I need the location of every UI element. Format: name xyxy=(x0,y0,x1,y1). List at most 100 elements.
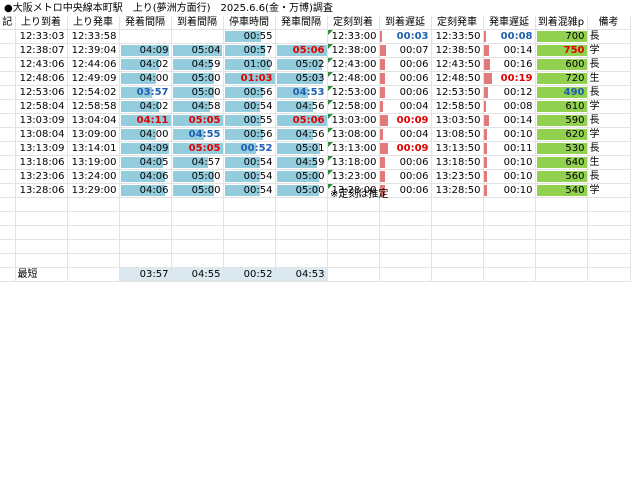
arrival-time-cell[interactable]: 12:38:07 xyxy=(15,43,68,58)
departure-interval-cell[interactable]: 05:00 xyxy=(275,183,328,198)
departure-delay-cell[interactable]: 00:16 xyxy=(483,57,536,72)
empty-cell[interactable] xyxy=(379,239,432,254)
departure-interval-cell[interactable]: 04:56 xyxy=(275,99,328,114)
row-index-cell[interactable] xyxy=(0,155,16,170)
header-cell[interactable]: 定刻到着 xyxy=(327,16,380,30)
empty-cell[interactable] xyxy=(223,211,276,226)
empty-cell[interactable] xyxy=(431,197,484,212)
arrival-interval-cell[interactable]: 05:00 xyxy=(171,71,224,86)
departure-interval-cell[interactable]: 05:06 xyxy=(275,113,328,128)
empty-cell[interactable] xyxy=(483,267,536,282)
arrival-delay-cell[interactable]: 00:09 xyxy=(379,113,432,128)
empty-cell[interactable] xyxy=(327,253,380,268)
arrival-interval-cell[interactable]: 05:00 xyxy=(171,169,224,184)
departure-interval-cell[interactable]: 05:06 xyxy=(275,43,328,58)
dwell-time-cell[interactable]: 00:54 xyxy=(223,155,276,170)
empty-cell[interactable] xyxy=(379,211,432,226)
departure-delay-cell[interactable]: 00:14 xyxy=(483,43,536,58)
scheduled-arrival-cell[interactable]: 12:33:00 xyxy=(327,29,380,44)
empty-cell[interactable] xyxy=(587,211,631,226)
arrival-delay-cell[interactable]: 00:06 xyxy=(379,155,432,170)
empty-cell[interactable] xyxy=(587,267,631,282)
arrival-crowding-cell[interactable]: 490 xyxy=(535,85,588,100)
header-cell[interactable]: 上り到着 xyxy=(15,16,68,30)
dep-arr-interval-cell[interactable]: 04:00 xyxy=(119,71,172,86)
empty-cell[interactable] xyxy=(587,239,631,254)
arrival-crowding-cell[interactable]: 750 xyxy=(535,43,588,58)
departure-delay-cell[interactable]: 00:12 xyxy=(483,85,536,100)
header-cell[interactable]: 発車間隔 xyxy=(275,16,328,30)
header-cell[interactable]: 停車時間 xyxy=(223,16,276,30)
summary-min-cell[interactable]: 00:52 xyxy=(223,267,276,282)
departure-delay-cell[interactable]: 00:19 xyxy=(483,71,536,86)
dep-arr-interval-cell[interactable]: 04:09 xyxy=(119,141,172,156)
row-index-cell[interactable] xyxy=(0,85,16,100)
arrival-time-cell[interactable]: 13:18:06 xyxy=(15,155,68,170)
empty-cell[interactable] xyxy=(535,225,588,240)
row-index-cell[interactable] xyxy=(0,127,16,142)
arrival-crowding-cell[interactable]: 700 xyxy=(535,29,588,44)
departure-time-cell[interactable]: 13:24:00 xyxy=(67,169,120,184)
scheduled-arrival-cell[interactable]: 13:13:00 xyxy=(327,141,380,156)
departure-time-cell[interactable]: 12:33:58 xyxy=(67,29,120,44)
empty-cell[interactable] xyxy=(327,211,380,226)
empty-cell[interactable] xyxy=(535,197,588,212)
row-index-cell[interactable] xyxy=(0,71,16,86)
departure-interval-cell[interactable]: 05:03 xyxy=(275,71,328,86)
departure-delay-cell[interactable]: 00:14 xyxy=(483,113,536,128)
departure-delay-cell[interactable]: 00:10 xyxy=(483,155,536,170)
departure-interval-cell[interactable]: 04:53 xyxy=(275,85,328,100)
row-index-cell[interactable] xyxy=(0,99,16,114)
empty-cell[interactable] xyxy=(223,225,276,240)
empty-cell[interactable] xyxy=(431,225,484,240)
empty-cell[interactable] xyxy=(171,211,224,226)
departure-time-cell[interactable]: 12:39:04 xyxy=(67,43,120,58)
empty-cell[interactable] xyxy=(223,253,276,268)
empty-cell[interactable] xyxy=(0,211,16,226)
arrival-interval-cell[interactable]: 04:57 xyxy=(171,155,224,170)
arrival-time-cell[interactable]: 13:13:09 xyxy=(15,141,68,156)
empty-cell[interactable] xyxy=(15,197,68,212)
empty-cell[interactable] xyxy=(275,253,328,268)
empty-cell[interactable] xyxy=(171,253,224,268)
empty-cell[interactable] xyxy=(67,267,120,282)
summary-min-cell[interactable]: 03:57 xyxy=(119,267,172,282)
departure-time-cell[interactable]: 12:54:02 xyxy=(67,85,120,100)
empty-cell[interactable] xyxy=(535,239,588,254)
dep-arr-interval-cell[interactable]: 04:09 xyxy=(119,43,172,58)
arrival-time-cell[interactable]: 12:53:06 xyxy=(15,85,68,100)
arrival-delay-cell[interactable]: 00:04 xyxy=(379,99,432,114)
arrival-crowding-cell[interactable]: 530 xyxy=(535,141,588,156)
arrival-interval-cell[interactable] xyxy=(171,29,224,44)
arrival-time-cell[interactable]: 13:28:06 xyxy=(15,183,68,198)
arrival-delay-cell[interactable]: 00:04 xyxy=(379,127,432,142)
dwell-time-cell[interactable]: 01:00 xyxy=(223,57,276,72)
departure-time-cell[interactable]: 12:58:58 xyxy=(67,99,120,114)
empty-cell[interactable] xyxy=(119,225,172,240)
empty-cell[interactable] xyxy=(171,239,224,254)
header-cell[interactable]: 定刻発車 xyxy=(431,16,484,30)
arrival-delay-cell[interactable]: 00:03 xyxy=(379,29,432,44)
remarks-cell[interactable]: 長 xyxy=(587,85,631,100)
arrival-interval-cell[interactable]: 05:05 xyxy=(171,141,224,156)
arrival-delay-cell[interactable]: 00:09 xyxy=(379,141,432,156)
empty-cell[interactable] xyxy=(275,239,328,254)
header-cell[interactable]: 備考 xyxy=(587,16,631,30)
empty-cell[interactable] xyxy=(15,253,68,268)
empty-cell[interactable] xyxy=(587,197,631,212)
arrival-crowding-cell[interactable]: 590 xyxy=(535,113,588,128)
arrival-interval-cell[interactable]: 05:00 xyxy=(171,183,224,198)
remarks-cell[interactable]: 長 xyxy=(587,169,631,184)
scheduled-departure-cell[interactable]: 12:33:50 xyxy=(431,29,484,44)
empty-cell[interactable] xyxy=(0,253,16,268)
scheduled-departure-cell[interactable]: 12:43:50 xyxy=(431,57,484,72)
departure-interval-cell[interactable]: 05:00 xyxy=(275,169,328,184)
empty-cell[interactable] xyxy=(379,225,432,240)
scheduled-departure-cell[interactable]: 13:18:50 xyxy=(431,155,484,170)
header-cell[interactable]: 記 xyxy=(0,16,16,30)
departure-delay-cell[interactable]: 00:08 xyxy=(483,99,536,114)
departure-interval-cell[interactable]: 04:59 xyxy=(275,155,328,170)
empty-cell[interactable] xyxy=(483,253,536,268)
empty-cell[interactable] xyxy=(223,197,276,212)
empty-cell[interactable] xyxy=(119,197,172,212)
